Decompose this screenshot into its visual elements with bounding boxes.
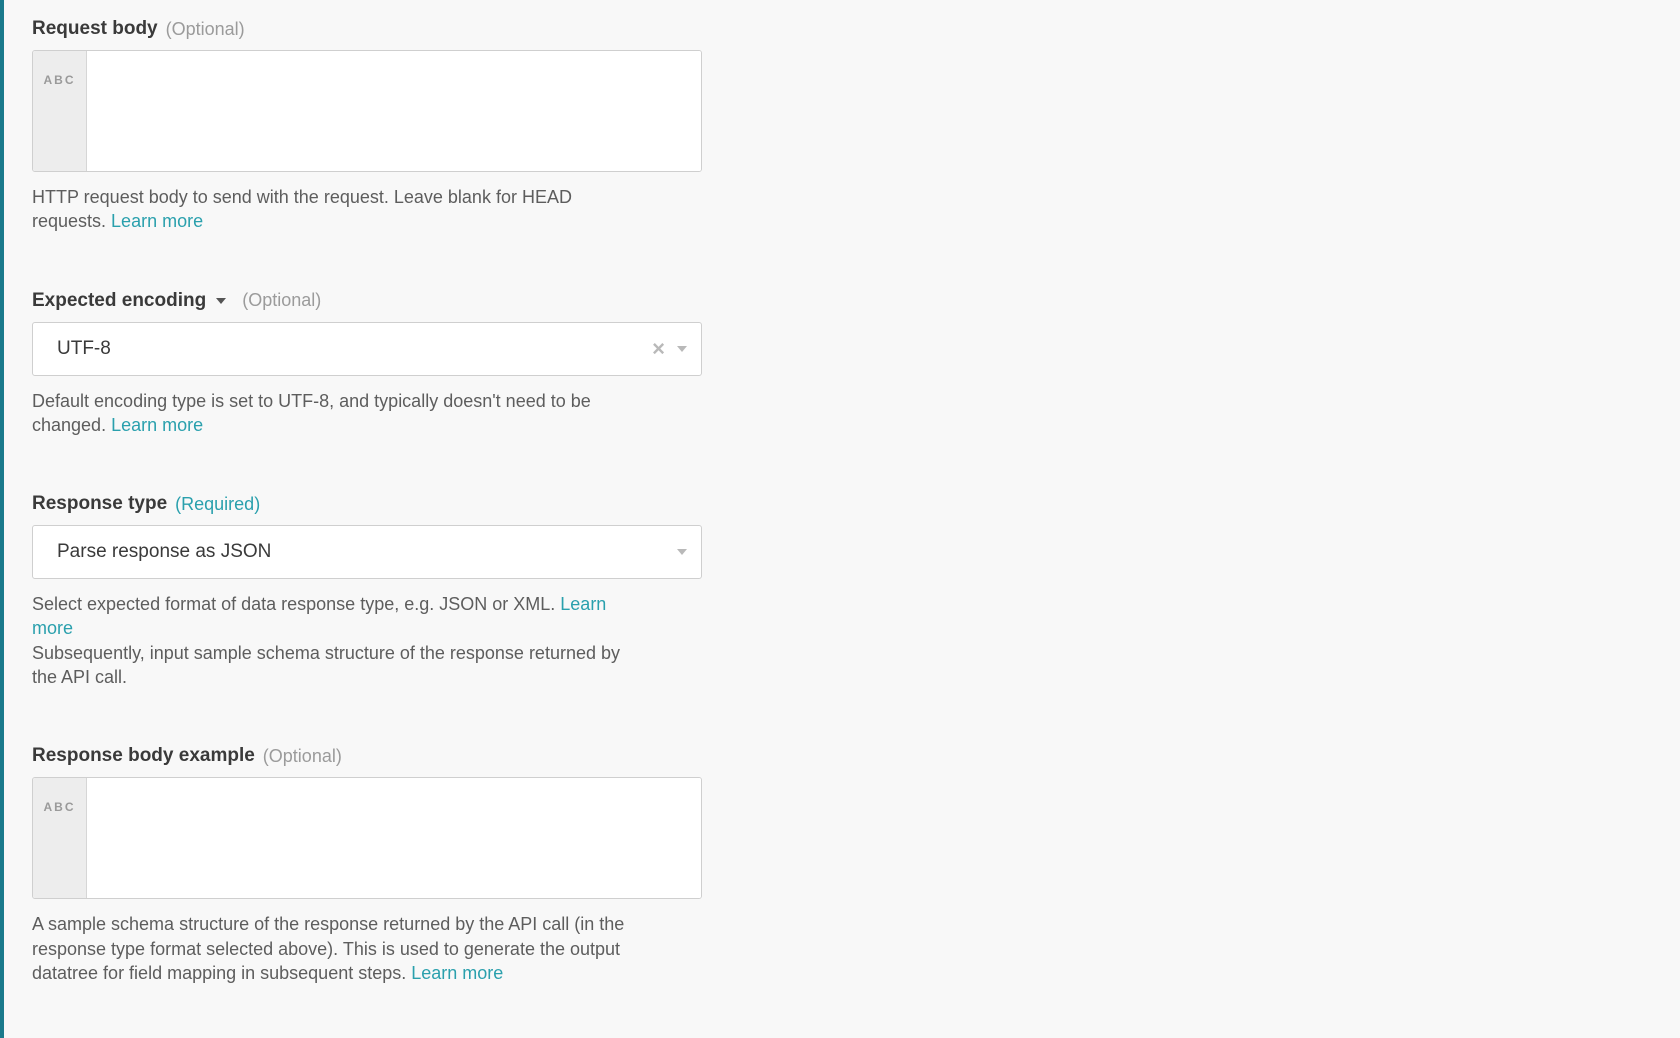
response-type-help-text-1: Select expected format of data response … [32,594,560,614]
request-body-learn-more-link[interactable]: Learn more [111,211,203,231]
request-body-label: Request body [32,18,158,40]
expected-encoding-select[interactable]: UTF-8 × [32,322,702,376]
request-body-input[interactable] [87,51,701,171]
form-panel: Request body (Optional) ABC HTTP request… [0,0,1370,1038]
request-body-textarea-wrap[interactable]: ABC [32,50,702,172]
chevron-down-icon[interactable] [216,298,226,304]
response-type-label: Response type [32,493,167,515]
response-type-help-text-2: Subsequently, input sample schema struct… [32,643,620,687]
request-body-label-row: Request body (Optional) [32,18,702,40]
expected-encoding-label-row: Expected encoding (Optional) [32,290,702,312]
response-type-actions [677,549,687,555]
response-body-example-label: Response body example [32,745,255,767]
expected-encoding-optional-badge: (Optional) [242,290,321,311]
response-type-value: Parse response as JSON [57,541,677,563]
expected-encoding-value: UTF-8 [57,338,652,360]
response-type-group: Response type (Required) Parse response … [32,493,702,689]
response-body-example-help: A sample schema structure of the respons… [32,912,640,985]
chevron-down-icon[interactable] [677,346,687,352]
expected-encoding-learn-more-link[interactable]: Learn more [111,415,203,435]
response-body-example-textarea-wrap[interactable]: ABC [32,777,702,899]
expected-encoding-label: Expected encoding [32,290,206,312]
response-type-help: Select expected format of data response … [32,592,640,689]
chevron-down-icon[interactable] [677,549,687,555]
response-body-example-help-text: A sample schema structure of the respons… [32,914,624,983]
response-body-example-optional-badge: (Optional) [263,746,342,767]
request-body-optional-badge: (Optional) [166,19,245,40]
expected-encoding-actions: × [652,338,687,360]
text-type-icon: ABC [33,51,87,171]
request-body-help: HTTP request body to send with the reque… [32,185,640,234]
response-body-example-group: Response body example (Optional) ABC A s… [32,745,702,985]
response-body-example-learn-more-link[interactable]: Learn more [411,963,503,983]
response-body-example-label-row: Response body example (Optional) [32,745,702,767]
response-type-required-badge: (Required) [175,494,260,515]
close-icon[interactable]: × [652,338,665,360]
response-type-select[interactable]: Parse response as JSON [32,525,702,579]
form-content: Request body (Optional) ABC HTTP request… [32,18,702,985]
response-body-example-input[interactable] [87,778,701,898]
response-type-label-row: Response type (Required) [32,493,702,515]
text-type-icon: ABC [33,778,87,898]
expected-encoding-group: Expected encoding (Optional) UTF-8 × Def… [32,290,702,438]
expected-encoding-help: Default encoding type is set to UTF-8, a… [32,389,640,438]
request-body-group: Request body (Optional) ABC HTTP request… [32,18,702,234]
